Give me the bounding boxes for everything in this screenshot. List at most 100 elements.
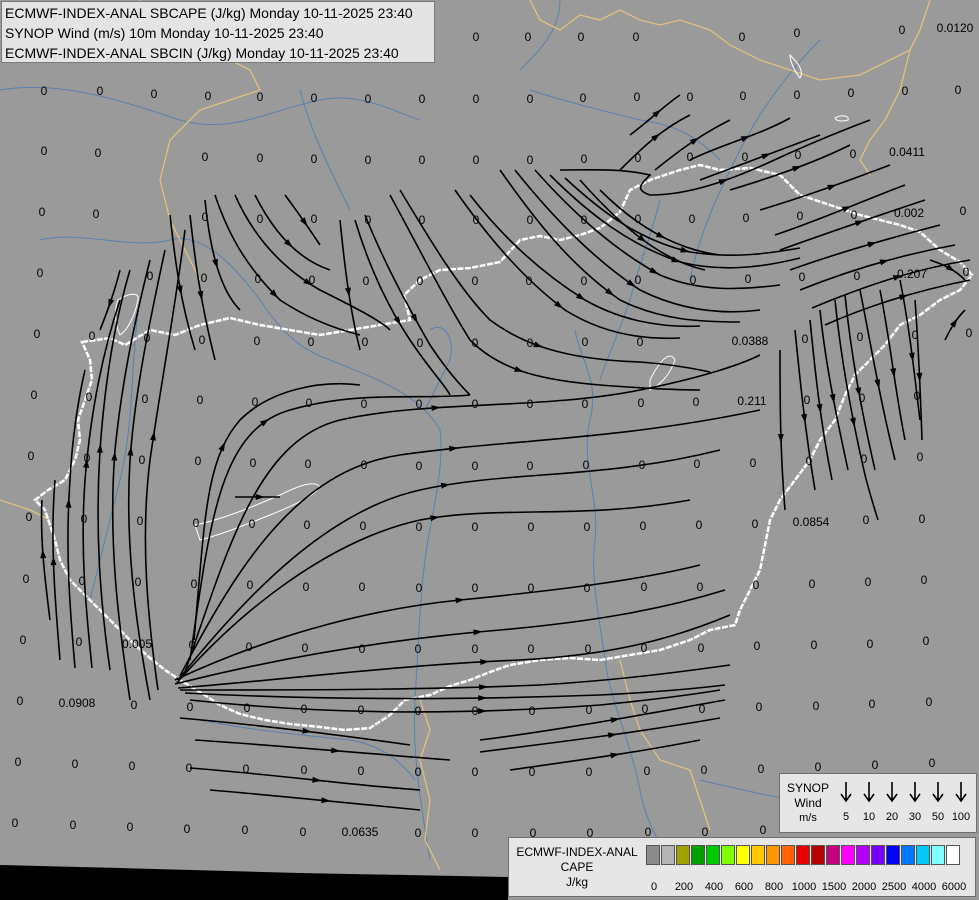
sbcin-value-label: 0: [581, 152, 588, 166]
sbcin-value-label: 0: [415, 765, 422, 779]
sbcin-value-label: 0: [758, 762, 765, 776]
sbcin-value-label: 0: [301, 763, 308, 777]
sbcin-value-label: 0: [37, 266, 44, 280]
sbcin-value-label: 0: [305, 457, 312, 471]
sbcin-value-label: 0: [582, 335, 589, 349]
sbcin-value-label: 0: [585, 642, 592, 656]
sbcin-value-label: 0: [257, 151, 264, 165]
wind-arrow-icon: [840, 782, 852, 803]
wind-arrow-icon: [909, 782, 921, 803]
cape-color-swatch: [931, 845, 945, 865]
sbcin-value-label: 0: [638, 396, 645, 410]
sbcin-value-label: 0: [582, 397, 589, 411]
sbcin-value-label: 0: [416, 397, 423, 411]
sbcin-value-label: 0: [919, 512, 926, 526]
sbcin-value-label: 0: [867, 637, 874, 651]
sbcin-value-label: 0: [97, 84, 104, 98]
sbcin-value-label: 0: [802, 332, 809, 346]
sbcin-value-label: 0: [902, 84, 909, 98]
sbcin-value-label: 0: [740, 89, 747, 103]
sbcin-value-label: 0.0411: [889, 145, 925, 159]
sbcin-value-label: 0: [811, 638, 818, 652]
sbcin-value-label: 0: [633, 30, 640, 44]
sbcin-value-label: 0: [70, 818, 77, 832]
cape-tick-label: 6000: [941, 881, 967, 893]
sbcin-value-label: 0: [246, 640, 253, 654]
sbcin-value-label: 0: [854, 269, 861, 283]
cape-legend-title-1: ECMWF-INDEX-ANAL: [516, 845, 638, 859]
sbcin-value-label: 0: [527, 459, 534, 473]
sbcin-value-label: 0: [644, 764, 651, 778]
sbcin-value-label: 0: [926, 695, 933, 709]
sbcin-value-label: 0: [526, 274, 533, 288]
sbcin-value-label: 0: [701, 763, 708, 777]
sbcin-value-label: 0: [809, 577, 816, 591]
wind-legend-unit: m/s: [799, 812, 817, 824]
sbcin-value-label: 0: [634, 90, 641, 104]
sbcin-value-label: 0: [301, 702, 308, 716]
sbcin-value-label: 0: [528, 642, 535, 656]
sbcin-value-label: 0: [750, 456, 757, 470]
sbcin-value-label: 0: [144, 331, 151, 345]
sbcin-value-label: 0: [753, 578, 760, 592]
sbcin-value-label: 0: [419, 213, 426, 227]
wind-legend-value: 20: [885, 811, 899, 823]
sbcin-value-label: 0: [41, 84, 48, 98]
sbcin-value-label: 0: [193, 516, 200, 530]
sbcin-value-label: 0: [687, 150, 694, 164]
wind-legend: SYNOP Wind m/s 5 10 20 30 50 100: [779, 773, 977, 833]
wind-legend-title: SYNOP Wind m/s: [784, 781, 832, 826]
cape-legend-title: ECMWF-INDEX-ANAL CAPE J/kg: [511, 845, 643, 890]
sbcin-value-label: 0: [254, 334, 261, 348]
cape-legend-title-2: CAPE: [560, 860, 594, 874]
sbcin-value-label: 0.0635: [342, 825, 379, 839]
sbcin-value-label: 0: [813, 699, 820, 713]
cape-color-swatch: [781, 845, 795, 865]
sbcin-value-label: 0: [15, 755, 22, 769]
sbcin-value-label: 0: [415, 704, 422, 718]
sbcin-value-label: 0: [578, 30, 585, 44]
sbcin-value-label: 0: [794, 26, 801, 40]
sbcin-value-label: 0: [250, 456, 257, 470]
sbcin-value-label: 0: [252, 395, 259, 409]
sbcin-value-label: 0: [850, 147, 857, 161]
weather-map[interactable]: 0 0 0 0 0 0 0 0 0.0120 0 0 0 0 0 0 0 0 0 0 0 0 0 0 0 0 0 0 0 0 0 0 0 0 0 0…: [0, 0, 979, 900]
cape-color-swatch: [901, 845, 915, 865]
sbcin-value-label: 0: [760, 823, 767, 837]
sbcin-value-label: 0: [963, 265, 970, 279]
sbcin-value-label: 0: [95, 146, 102, 160]
sbcin-value-label: 0: [31, 388, 38, 402]
sbcin-value-label: 0: [361, 458, 368, 472]
sbcin-value-label: 0.211: [737, 394, 766, 408]
sbcin-value-label: 0: [752, 517, 759, 531]
sbcin-value-label: 0: [635, 151, 642, 165]
sbcin-value-label: 0: [249, 517, 256, 531]
sbcin-value-label: 0: [309, 273, 316, 287]
sbcin-value-label: 0: [362, 335, 369, 349]
map-viewport[interactable]: 0 0 0 0 0 0 0 0 0.0120 0 0 0 0 0 0 0 0 0 0 0 0 0 0 0 0 0 0 0 0 0 0 0 0 0 0…: [0, 0, 979, 900]
sbcin-value-label: 0: [473, 213, 480, 227]
sbcin-value-label: 0: [137, 514, 144, 528]
wind-arrow-icon: [955, 782, 967, 803]
wind-legend-value: 5: [842, 811, 850, 823]
sbcin-value-label: 0.002: [894, 206, 924, 220]
sbcin-value-label: 0: [86, 390, 93, 404]
cape-color-swatch: [916, 845, 930, 865]
sbcin-value-label: 0: [363, 274, 370, 288]
sbcin-value-label: 0: [689, 212, 696, 226]
sbcin-value-label: 0: [255, 272, 262, 286]
cape-color-swatch: [706, 845, 720, 865]
sbcin-value-label: 0: [584, 581, 591, 595]
sbcin-value-label: 0: [12, 816, 19, 830]
cape-color-swatch: [736, 845, 750, 865]
sbcin-value-label: 0: [151, 87, 158, 101]
sbcin-value-label: 0: [754, 639, 761, 653]
sbcin-value-label: 0: [359, 580, 366, 594]
sbcin-value-label: 0: [202, 150, 209, 164]
sbcin-value-label: 0: [359, 642, 366, 656]
sbcin-value-label: 0: [472, 826, 479, 840]
sbcin-value-label: 0: [745, 272, 752, 286]
sbcin-value-label: 0: [859, 391, 866, 405]
sbcin-value-label: 0: [147, 269, 154, 283]
sbcin-value-label: 0: [41, 144, 48, 158]
